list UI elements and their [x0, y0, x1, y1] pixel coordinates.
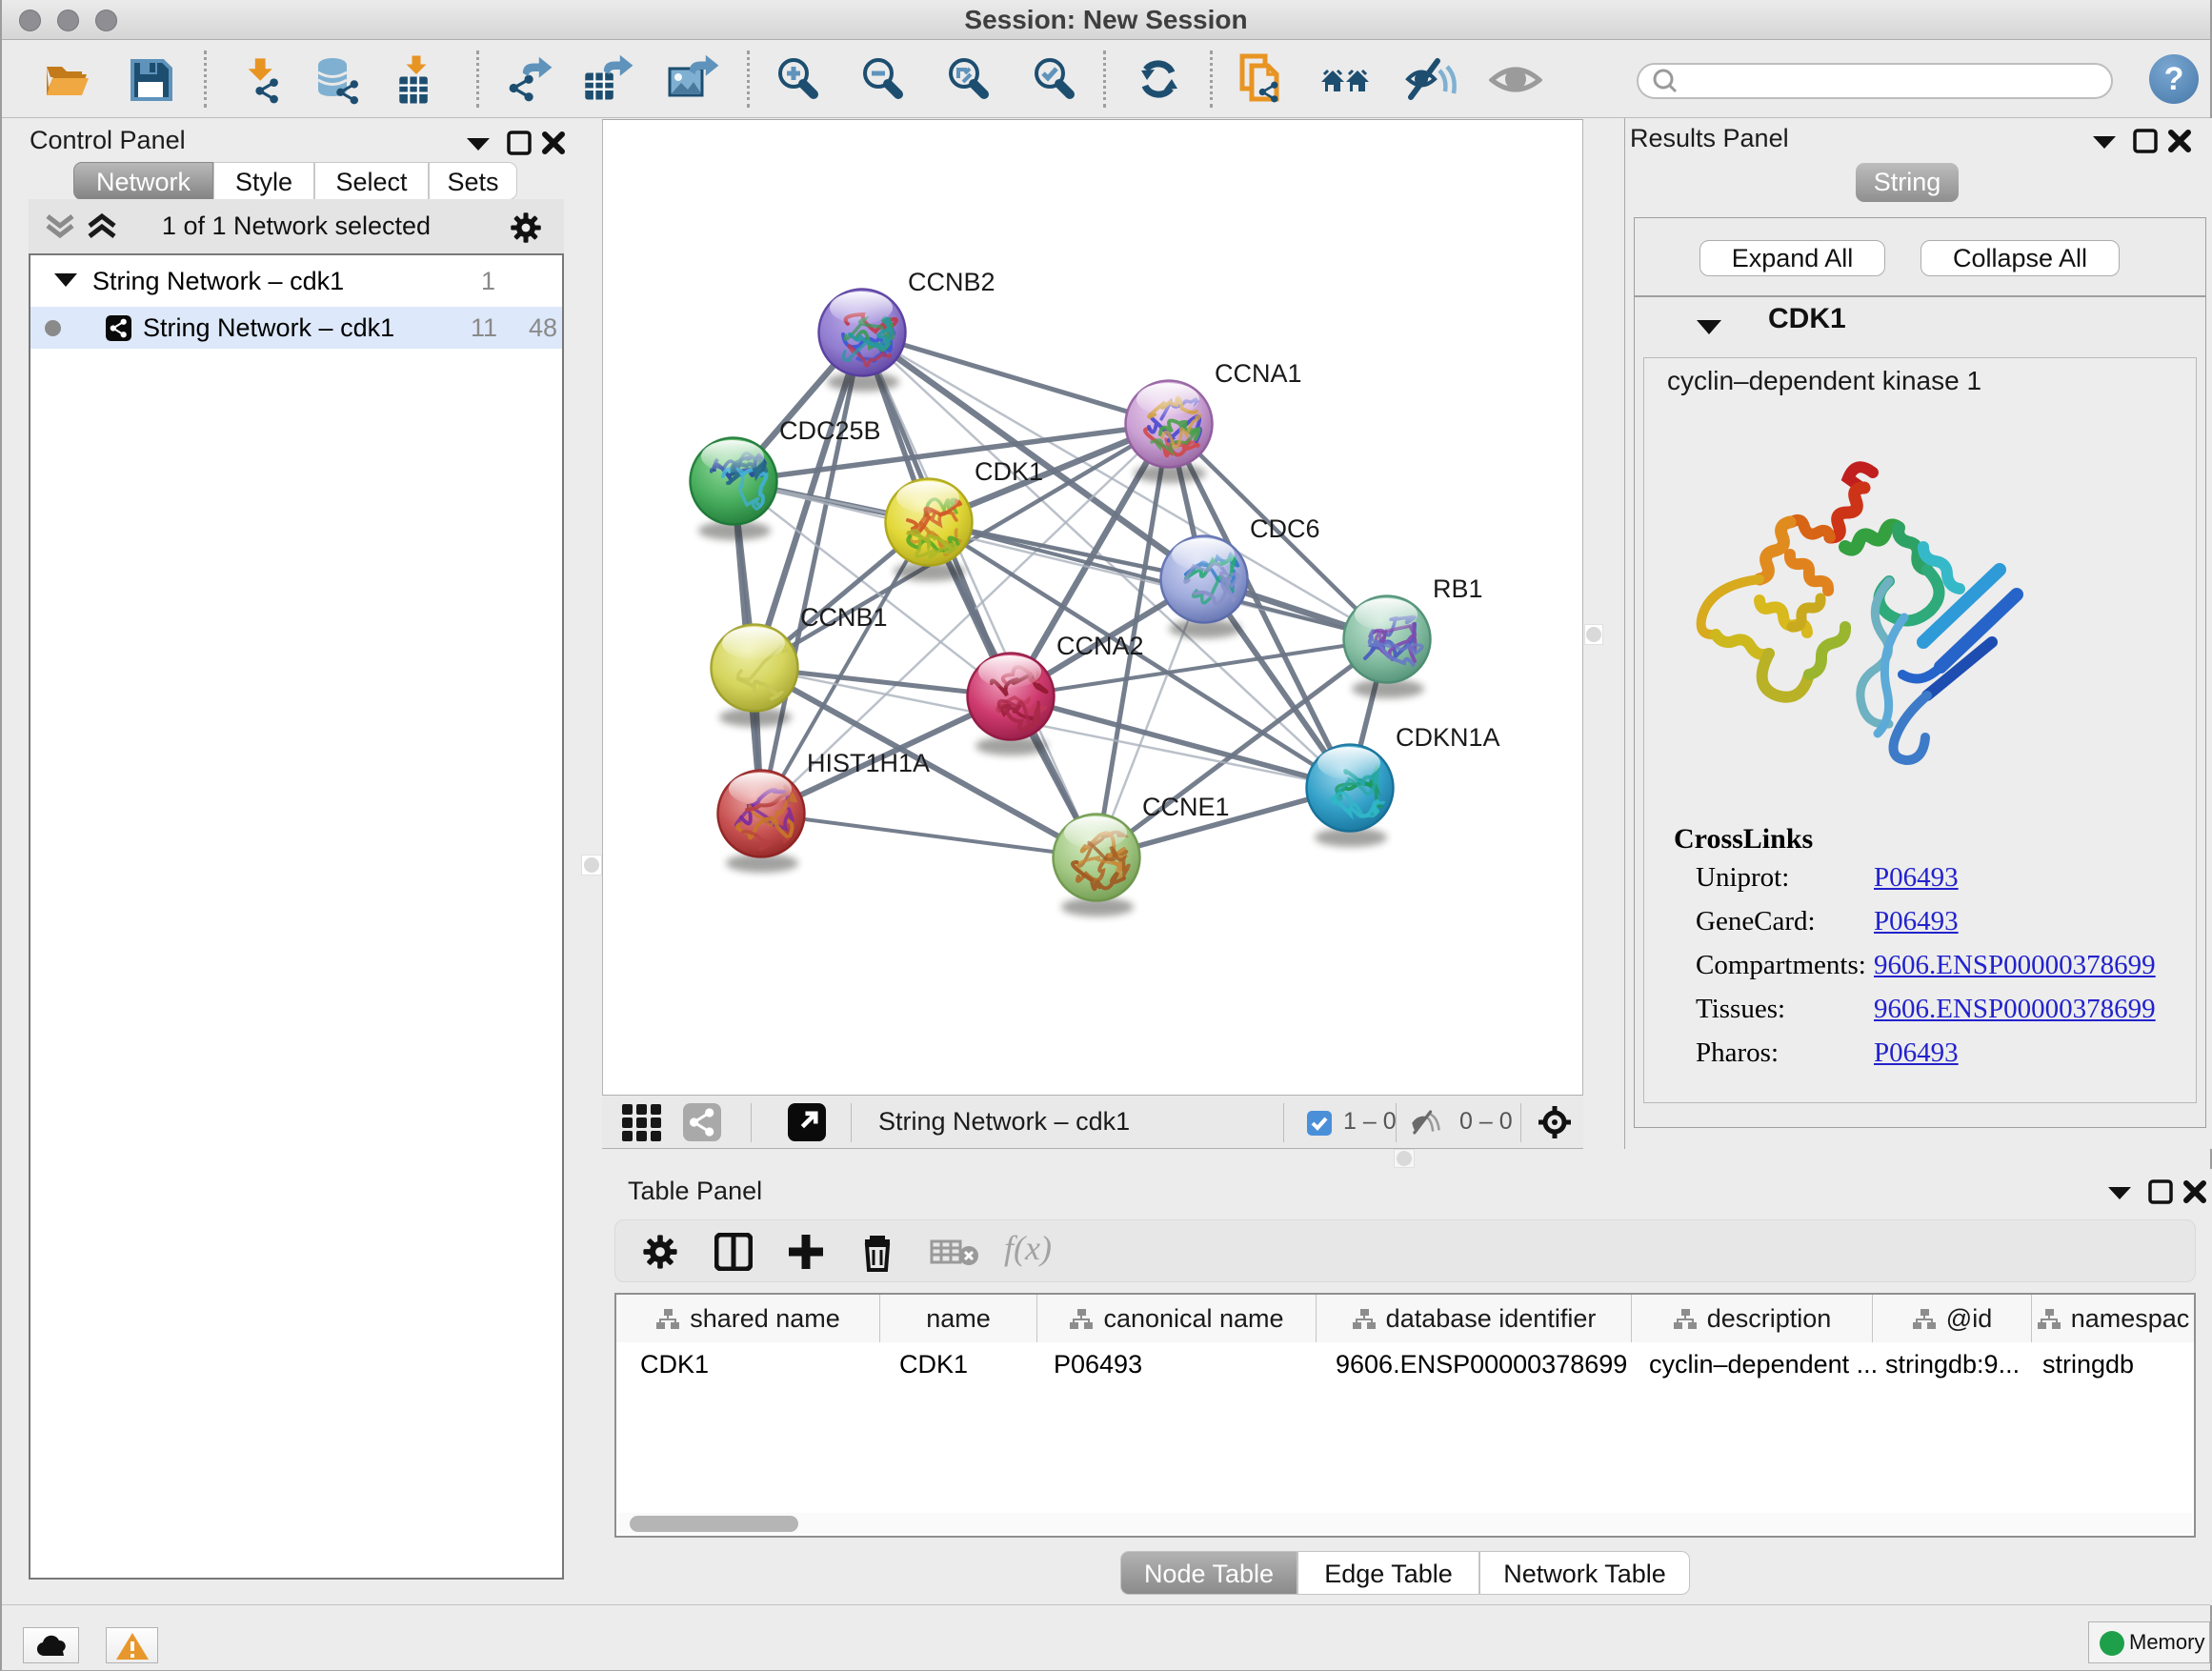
svg-text:CDK1: CDK1	[975, 457, 1043, 486]
svg-text:CDKN1A: CDKN1A	[1396, 723, 1500, 752]
svg-text:CDC25B: CDC25B	[779, 416, 881, 445]
svg-text:HIST1H1A: HIST1H1A	[807, 749, 930, 777]
svg-text:CCNB2: CCNB2	[908, 268, 995, 296]
svg-text:CCNA1: CCNA1	[1215, 359, 1302, 388]
svg-text:CDC6: CDC6	[1250, 514, 1320, 543]
svg-text:CCNE1: CCNE1	[1142, 793, 1230, 821]
svg-text:CCNA2: CCNA2	[1056, 632, 1144, 660]
svg-text:RB1: RB1	[1433, 574, 1483, 603]
svg-text:CCNB1: CCNB1	[800, 603, 888, 632]
